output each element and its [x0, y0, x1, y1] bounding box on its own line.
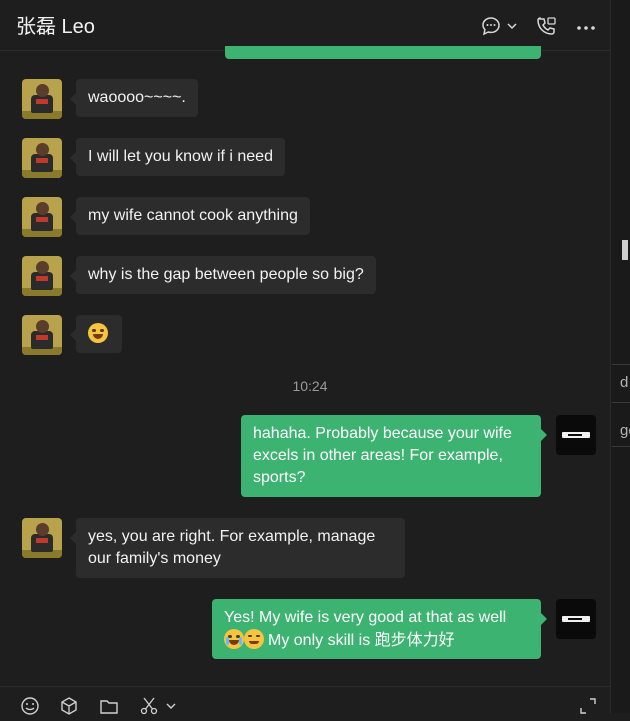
- self-avatar[interactable]: [556, 415, 596, 455]
- message-bubble[interactable]: my wife cannot cook anything: [70, 197, 310, 235]
- message-line-with-emoji: My only skill is 跑步体力好: [224, 629, 529, 652]
- message-bubble[interactable]: why is the gap between people so big?: [70, 256, 376, 294]
- message-line-text: My only skill is 跑步体力好: [268, 632, 455, 649]
- friend-avatar[interactable]: [22, 518, 62, 558]
- more-icon[interactable]: [574, 14, 598, 38]
- message-bubble[interactable]: yes, you are right. For example, manage …: [70, 518, 405, 578]
- message-line: sports?: [253, 469, 306, 486]
- message-line: Yes! My wife is very good at that as wel…: [224, 609, 507, 626]
- emoji-icon[interactable]: [20, 696, 40, 716]
- friend-avatar[interactable]: [22, 79, 62, 119]
- message-line: excels in other areas! For example,: [253, 447, 503, 464]
- friend-avatar[interactable]: [22, 315, 62, 355]
- grinning-sweat-emoji: [88, 323, 108, 343]
- message-line: yes, you are right. For example, manage: [88, 528, 376, 545]
- relieved-emoji: [244, 629, 264, 649]
- friend-avatar[interactable]: [22, 197, 62, 237]
- crying-emoji: [224, 629, 244, 649]
- side-scroll-marker: [622, 240, 628, 260]
- timestamp: 10:24: [292, 378, 328, 394]
- message-bubble[interactable]: Yes! My wife is very good at that as wel…: [212, 599, 547, 659]
- input-toolbar: [0, 686, 610, 716]
- chevron-down-icon[interactable]: [504, 14, 520, 38]
- scissors-icon[interactable]: [139, 696, 159, 716]
- friend-avatar[interactable]: [22, 138, 62, 178]
- side-divider: [612, 446, 630, 447]
- message-line: our family's money: [88, 550, 221, 567]
- message-bubble[interactable]: waoooo~~~~.: [70, 79, 198, 117]
- message-bubble[interactable]: I will let you know if i need: [70, 138, 285, 176]
- side-divider: [612, 364, 630, 365]
- chat-bubble-icon[interactable]: [479, 14, 503, 38]
- side-fragment-2: ge: [620, 422, 630, 439]
- chevron-down-icon[interactable]: [164, 696, 178, 716]
- side-fragment-1: d: [620, 374, 629, 391]
- side-divider: [612, 402, 630, 403]
- side-panel-edge: [610, 0, 630, 713]
- message-line: hahaha. Probably because your wife: [253, 425, 512, 442]
- emoji-message-bubble[interactable]: [70, 315, 122, 353]
- video-call-icon[interactable]: [534, 14, 558, 38]
- friend-avatar[interactable]: [22, 256, 62, 296]
- box-icon[interactable]: [59, 696, 79, 716]
- previous-message-bubble: [225, 46, 541, 59]
- chat-title: 张磊 Leo: [16, 16, 95, 38]
- chat-header: 张磊 Leo: [0, 0, 610, 51]
- message-bubble[interactable]: hahaha. Probably because your wife excel…: [241, 415, 547, 497]
- folder-icon[interactable]: [99, 696, 119, 716]
- expand-icon[interactable]: [578, 696, 598, 716]
- self-avatar[interactable]: [556, 599, 596, 639]
